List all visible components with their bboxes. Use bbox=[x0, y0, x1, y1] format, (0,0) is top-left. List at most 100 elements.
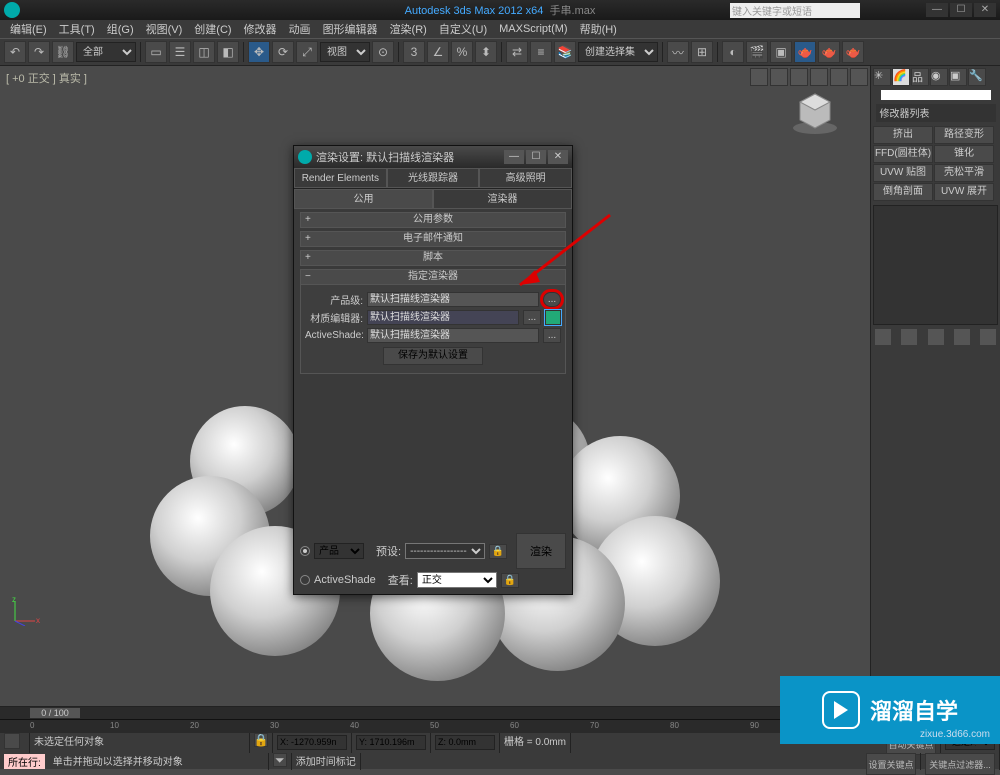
menu-group[interactable]: 组(G) bbox=[101, 21, 140, 37]
close-button[interactable]: ✕ bbox=[974, 3, 996, 17]
tab-raytracer[interactable]: 光线跟踪器 bbox=[387, 168, 480, 188]
select-button[interactable]: ▭ bbox=[145, 41, 167, 63]
menu-views[interactable]: 视图(V) bbox=[140, 21, 189, 37]
modify-tab[interactable]: 🌈 bbox=[892, 68, 910, 86]
add-time-tag[interactable]: 添加时间标记 bbox=[292, 753, 361, 770]
preset-dropdown[interactable]: ----------------- bbox=[405, 543, 485, 559]
activeshade-choose-button[interactable]: ... bbox=[543, 328, 561, 343]
vp-icon-3[interactable] bbox=[790, 68, 808, 86]
utilities-tab[interactable]: 🔧 bbox=[968, 68, 986, 86]
dialog-minimize[interactable]: — bbox=[504, 150, 524, 164]
named-selection[interactable]: 创建选择集 bbox=[578, 42, 658, 62]
unique-button[interactable] bbox=[928, 329, 944, 345]
snap-button[interactable]: 3 bbox=[403, 41, 425, 63]
viewport-label[interactable]: [ +0 正交 ] 真实 ] bbox=[6, 70, 87, 86]
mirror-button[interactable]: ⇄ bbox=[506, 41, 528, 63]
dialog-maximize[interactable]: ☐ bbox=[526, 150, 546, 164]
pin-stack-button[interactable] bbox=[875, 329, 891, 345]
redo-button[interactable]: ↷ bbox=[28, 41, 50, 63]
motion-tab[interactable]: ◉ bbox=[930, 68, 948, 86]
menu-customize[interactable]: 自定义(U) bbox=[433, 21, 493, 37]
material-editor-button[interactable]: ◐ bbox=[722, 41, 744, 63]
material-editor-choose-button[interactable]: ... bbox=[523, 310, 541, 325]
rollout-email[interactable]: 电子邮件通知 bbox=[300, 231, 566, 247]
app-icon[interactable] bbox=[4, 2, 20, 18]
configure-button[interactable] bbox=[980, 329, 996, 345]
scale-button[interactable]: ⤢ bbox=[296, 41, 318, 63]
tab-common[interactable]: 公用 bbox=[294, 189, 433, 209]
spinner-snap-button[interactable]: ⬍ bbox=[475, 41, 497, 63]
mod-pathdeform[interactable]: 路径变形 bbox=[934, 126, 994, 144]
hierarchy-tab[interactable]: 品 bbox=[911, 68, 929, 86]
mod-relax[interactable]: 壳松平滑 bbox=[934, 164, 994, 182]
select-region-button[interactable]: ◫ bbox=[193, 41, 215, 63]
viewcube[interactable] bbox=[790, 86, 840, 136]
activeshade-radio[interactable] bbox=[300, 575, 310, 585]
script-listener-button[interactable] bbox=[4, 733, 20, 749]
undo-button[interactable]: ↶ bbox=[4, 41, 26, 63]
production-dropdown[interactable]: 产品 bbox=[314, 543, 364, 559]
keyfilter-button[interactable]: 关键点过滤器... bbox=[925, 753, 995, 775]
teapot-button[interactable]: 🫖 bbox=[842, 41, 864, 63]
vp-icon-6[interactable] bbox=[850, 68, 868, 86]
menu-help[interactable]: 帮助(H) bbox=[574, 21, 623, 37]
vp-icon-1[interactable] bbox=[750, 68, 768, 86]
pivot-button[interactable]: ⊙ bbox=[372, 41, 394, 63]
time-slider-handle[interactable]: 0 / 100 bbox=[30, 708, 80, 718]
render-setup-button[interactable]: 🎬 bbox=[746, 41, 768, 63]
render-last-button[interactable]: 🫖 bbox=[818, 41, 840, 63]
window-crossing-button[interactable]: ◧ bbox=[217, 41, 239, 63]
modifier-list-dropdown[interactable]: 修改器列表 bbox=[876, 104, 996, 122]
time-tag-button[interactable]: ⏷ bbox=[273, 753, 287, 767]
curve-editor-button[interactable]: 〰 bbox=[667, 41, 689, 63]
render-button[interactable]: 渲染 bbox=[516, 533, 566, 569]
quick-render-button[interactable]: 🫖 bbox=[794, 41, 816, 63]
tab-render-elements[interactable]: Render Elements bbox=[294, 168, 387, 188]
menu-graph[interactable]: 图形编辑器 bbox=[317, 21, 384, 37]
production-radio[interactable] bbox=[300, 546, 310, 556]
dialog-close[interactable]: ✕ bbox=[548, 150, 568, 164]
move-button[interactable]: ✥ bbox=[248, 41, 270, 63]
layer-button[interactable]: 📚 bbox=[554, 41, 576, 63]
coord-x[interactable] bbox=[277, 735, 347, 750]
maximize-button[interactable]: ☐ bbox=[950, 3, 972, 17]
help-search-input[interactable]: 键入关键字或短语 bbox=[730, 3, 860, 18]
show-end-button[interactable] bbox=[901, 329, 917, 345]
vp-icon-2[interactable] bbox=[770, 68, 788, 86]
mod-unwrap[interactable]: UVW 展开 bbox=[934, 183, 994, 201]
minimize-button[interactable]: — bbox=[926, 3, 948, 17]
coord-y[interactable] bbox=[356, 735, 426, 750]
rollout-scripts[interactable]: 脚本 bbox=[300, 250, 566, 266]
create-tab[interactable]: ✳ bbox=[873, 68, 891, 86]
tab-renderer[interactable]: 渲染器 bbox=[433, 189, 572, 209]
lock-selection-button[interactable]: 🔒 bbox=[254, 733, 268, 747]
angle-snap-button[interactable]: ∠ bbox=[427, 41, 449, 63]
mod-uvwmap[interactable]: UVW 贴图 bbox=[873, 164, 933, 182]
rollout-common-params[interactable]: 公用参数 bbox=[300, 212, 566, 228]
render-frame-button[interactable]: ▣ bbox=[770, 41, 792, 63]
selection-filter[interactable]: 全部 bbox=[76, 42, 136, 62]
select-name-button[interactable]: ☰ bbox=[169, 41, 191, 63]
menu-create[interactable]: 创建(C) bbox=[188, 21, 237, 37]
preset-lock[interactable]: 🔒 bbox=[489, 544, 507, 559]
coord-z[interactable] bbox=[435, 735, 495, 750]
menu-animation[interactable]: 动画 bbox=[283, 21, 317, 37]
rollout-assign-renderer[interactable]: 指定渲染器 bbox=[300, 269, 566, 285]
menu-tools[interactable]: 工具(T) bbox=[53, 21, 101, 37]
menu-render[interactable]: 渲染(R) bbox=[384, 21, 433, 37]
mod-extrude[interactable]: 挤出 bbox=[873, 126, 933, 144]
view-dropdown[interactable]: 正交 bbox=[417, 572, 497, 588]
mod-taper[interactable]: 锥化 bbox=[934, 145, 994, 163]
link-button[interactable]: ⛓ bbox=[52, 41, 74, 63]
save-defaults-button[interactable]: 保存为默认设置 bbox=[383, 347, 483, 365]
schematic-button[interactable]: ⊞ bbox=[691, 41, 713, 63]
remove-mod-button[interactable] bbox=[954, 329, 970, 345]
vp-icon-4[interactable] bbox=[810, 68, 828, 86]
align-button[interactable]: ≡ bbox=[530, 41, 552, 63]
dialog-titlebar[interactable]: 渲染设置: 默认扫描线渲染器 — ☐ ✕ bbox=[294, 146, 572, 168]
menu-edit[interactable]: 编辑(E) bbox=[4, 21, 53, 37]
percent-snap-button[interactable]: % bbox=[451, 41, 473, 63]
modifier-stack[interactable] bbox=[873, 205, 998, 325]
setkey-button[interactable]: 设置关键点 bbox=[866, 753, 916, 775]
menu-maxscript[interactable]: MAXScript(M) bbox=[493, 23, 573, 35]
